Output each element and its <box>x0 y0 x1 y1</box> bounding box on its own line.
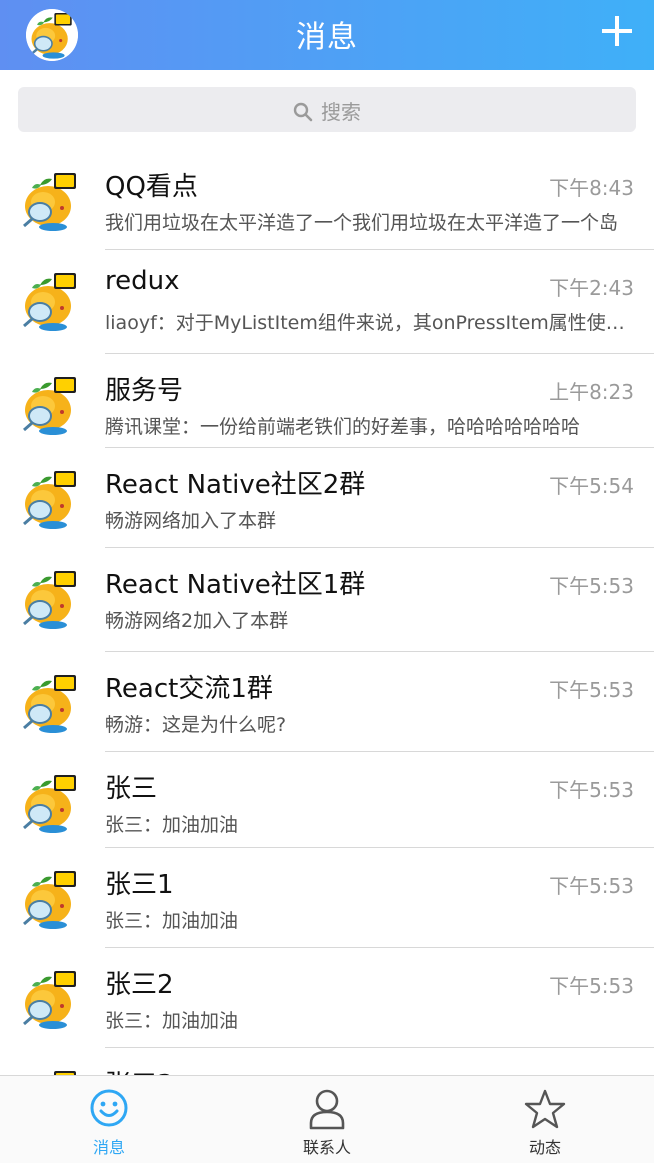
conversation-preview: 畅游网络2加入了本群 <box>105 610 289 632</box>
person-icon <box>309 1089 345 1130</box>
tab-label: 消息 <box>92 1138 125 1157</box>
conversation-time: 下午8:43 <box>549 176 634 200</box>
conversation-time: 下午5:54 <box>549 474 634 498</box>
orange-avatar-icon <box>18 466 84 532</box>
orange-avatar-icon <box>18 966 84 1032</box>
conversation-name: 张三2 <box>105 970 174 1000</box>
conversation-item[interactable]: React交流1群 下午5:53 畅游：这是为什么呢? <box>0 652 654 752</box>
tab-label: 联系人 <box>302 1138 351 1157</box>
contact-avatar[interactable] <box>18 372 84 438</box>
contact-avatar[interactable] <box>18 966 84 1032</box>
tab-moments[interactable]: 动态 <box>436 1076 654 1163</box>
conversation-preview: 畅游：这是为什么呢? <box>105 714 287 736</box>
conversation-preview: 张三：加油加油 <box>105 1010 239 1032</box>
contact-avatar[interactable] <box>18 566 84 632</box>
search-section: 搜索 <box>0 70 654 150</box>
conversation-item[interactable]: 张三2 下午5:53 张三：加油加油 <box>0 948 654 1048</box>
conversation-time: 下午5:53 <box>549 778 634 802</box>
tab-label: 动态 <box>528 1138 561 1157</box>
conversation-name: 张三1 <box>105 870 174 900</box>
orange-avatar-icon <box>18 168 84 234</box>
orange-avatar-icon <box>18 866 84 932</box>
contact-avatar[interactable] <box>18 770 84 836</box>
conversation-item[interactable]: QQ看点 下午8:43 我们用垃圾在太平洋造了一个我们用垃圾在太平洋造了一个岛 <box>0 150 654 250</box>
conversation-list: QQ看点 下午8:43 我们用垃圾在太平洋造了一个我们用垃圾在太平洋造了一个岛 red… <box>0 150 654 1148</box>
conversation-preview: 张三：加油加油 <box>105 910 239 932</box>
messages-screen: 消息 搜索 QQ看点 下午8:43 我们用垃圾在太平洋造了一个我们用垃圾在太平洋造了… <box>0 0 654 1163</box>
plus-icon <box>602 16 632 46</box>
orange-avatar-icon <box>18 670 84 736</box>
conversation-item[interactable]: 张三1 下午5:53 张三：加油加油 <box>0 848 654 948</box>
conversation-item[interactable]: React Native社区2群 下午5:54 畅游网络加入了本群 <box>0 448 654 548</box>
search-placeholder: 搜索 <box>321 100 361 124</box>
conversation-time: 下午2:43 <box>549 276 634 300</box>
contact-avatar[interactable] <box>18 268 84 334</box>
conversation-name: React Native社区2群 <box>105 470 366 500</box>
add-button[interactable] <box>600 14 634 48</box>
search-input[interactable]: 搜索 <box>18 87 636 132</box>
conversation-item[interactable]: React Native社区1群 下午5:53 畅游网络2加入了本群 <box>0 548 654 652</box>
nav-header: 消息 <box>0 0 654 70</box>
orange-avatar-icon <box>18 372 84 438</box>
conversation-time: 下午5:53 <box>549 678 634 702</box>
tab-bar: 消息 联系人 动态 <box>0 1075 654 1163</box>
conversation-time: 下午5:53 <box>549 574 634 598</box>
page-title: 消息 <box>296 20 358 55</box>
conversation-preview: 腾讯课堂：一份给前端老铁们的好差事，哈哈哈哈哈哈哈 <box>105 416 581 438</box>
tab-contacts[interactable]: 联系人 <box>218 1076 436 1163</box>
contact-avatar[interactable] <box>18 168 84 234</box>
conversation-name: redux <box>105 266 180 296</box>
tab-messages[interactable]: 消息 <box>0 1076 218 1163</box>
conversation-name: 服务号 <box>105 376 184 406</box>
orange-avatar-icon <box>18 268 84 334</box>
conversation-preview: 张三：加油加油 <box>105 814 239 836</box>
conversation-item[interactable]: 张三 下午5:53 张三：加油加油 <box>0 752 654 848</box>
contact-avatar[interactable] <box>18 466 84 532</box>
conversation-item[interactable]: 服务号 上午8:23 腾讯课堂：一份给前端老铁们的好差事，哈哈哈哈哈哈哈 <box>0 354 654 448</box>
conversation-time: 上午8:23 <box>549 380 634 404</box>
orange-avatar-icon <box>18 566 84 632</box>
conversation-item[interactable]: redux 下午2:43 liaoyf：对于MyListItem组件来说，其onPr… <box>0 250 654 354</box>
search-icon <box>293 102 313 122</box>
conversation-name: 张三 <box>105 774 158 804</box>
conversation-name: QQ看点 <box>105 172 198 202</box>
conversation-preview: 我们用垃圾在太平洋造了一个我们用垃圾在太平洋造了一个岛 <box>105 212 619 234</box>
conversation-time: 下午5:53 <box>549 874 634 898</box>
conversation-preview: liaoyf：对于MyListItem组件来说，其onPressItem属性使用… <box>105 312 625 334</box>
conversation-time: 下午5:53 <box>549 974 634 998</box>
smile-icon <box>90 1089 128 1127</box>
star-icon <box>524 1089 566 1129</box>
conversation-name: React Native社区1群 <box>105 570 366 600</box>
contact-avatar[interactable] <box>18 670 84 736</box>
conversation-name: React交流1群 <box>105 674 273 704</box>
conversation-preview: 畅游网络加入了本群 <box>105 510 277 532</box>
orange-avatar-icon <box>18 770 84 836</box>
contact-avatar[interactable] <box>18 866 84 932</box>
